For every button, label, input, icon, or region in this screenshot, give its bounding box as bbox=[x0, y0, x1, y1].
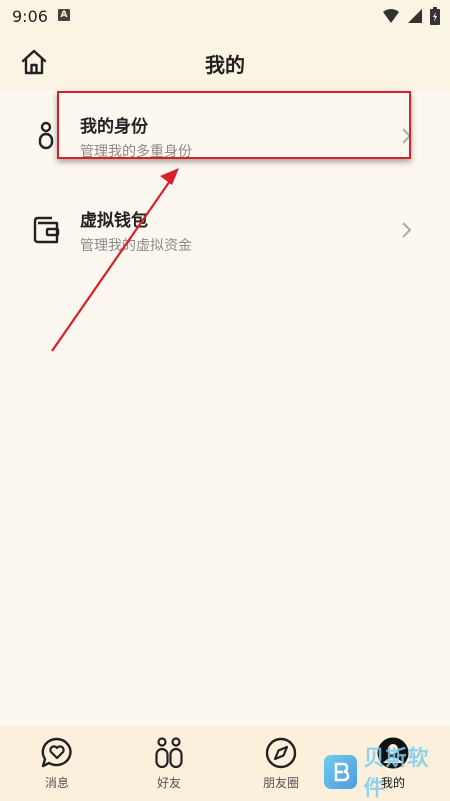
nav-label: 消息 bbox=[44, 776, 69, 790]
nav-item-messages[interactable]: 消息 bbox=[12, 726, 102, 801]
wallet-icon bbox=[33, 216, 60, 244]
nav-label: 朋友圈 bbox=[262, 776, 299, 790]
watermark: 贝斯软件 bbox=[324, 746, 450, 800]
friends-icon bbox=[155, 737, 183, 769]
nav-item-moments[interactable]: 朋友圈 bbox=[236, 726, 326, 801]
chat-bubble-heart-icon bbox=[41, 737, 72, 768]
wifi-icon bbox=[383, 8, 399, 23]
status-icons bbox=[382, 7, 440, 25]
chevron-right-icon bbox=[402, 222, 412, 238]
battery-icon bbox=[430, 7, 440, 25]
status-time: 9:06 bbox=[12, 7, 48, 26]
notification-badge: A bbox=[58, 9, 70, 21]
nav-label: 好友 bbox=[156, 776, 181, 790]
status-bar: 9:06 A bbox=[0, 0, 450, 32]
menu-item-wallet[interactable]: 虚拟钱包 管理我的虚拟资金 bbox=[0, 185, 450, 265]
watermark-logo bbox=[324, 755, 358, 789]
menu-title: 虚拟钱包 bbox=[80, 211, 148, 231]
page-title: 我的 bbox=[205, 53, 245, 77]
signal-icon bbox=[408, 9, 422, 23]
header: 我的 bbox=[0, 32, 450, 90]
nav-item-friends[interactable]: 好友 bbox=[124, 726, 214, 801]
watermark-text: 贝斯软件 bbox=[363, 746, 430, 800]
compass-icon bbox=[265, 737, 297, 769]
annotation-highlight-box bbox=[57, 91, 411, 159]
b-logo-icon bbox=[334, 762, 350, 782]
menu-subtitle: 管理我的虚拟资金 bbox=[80, 238, 192, 254]
